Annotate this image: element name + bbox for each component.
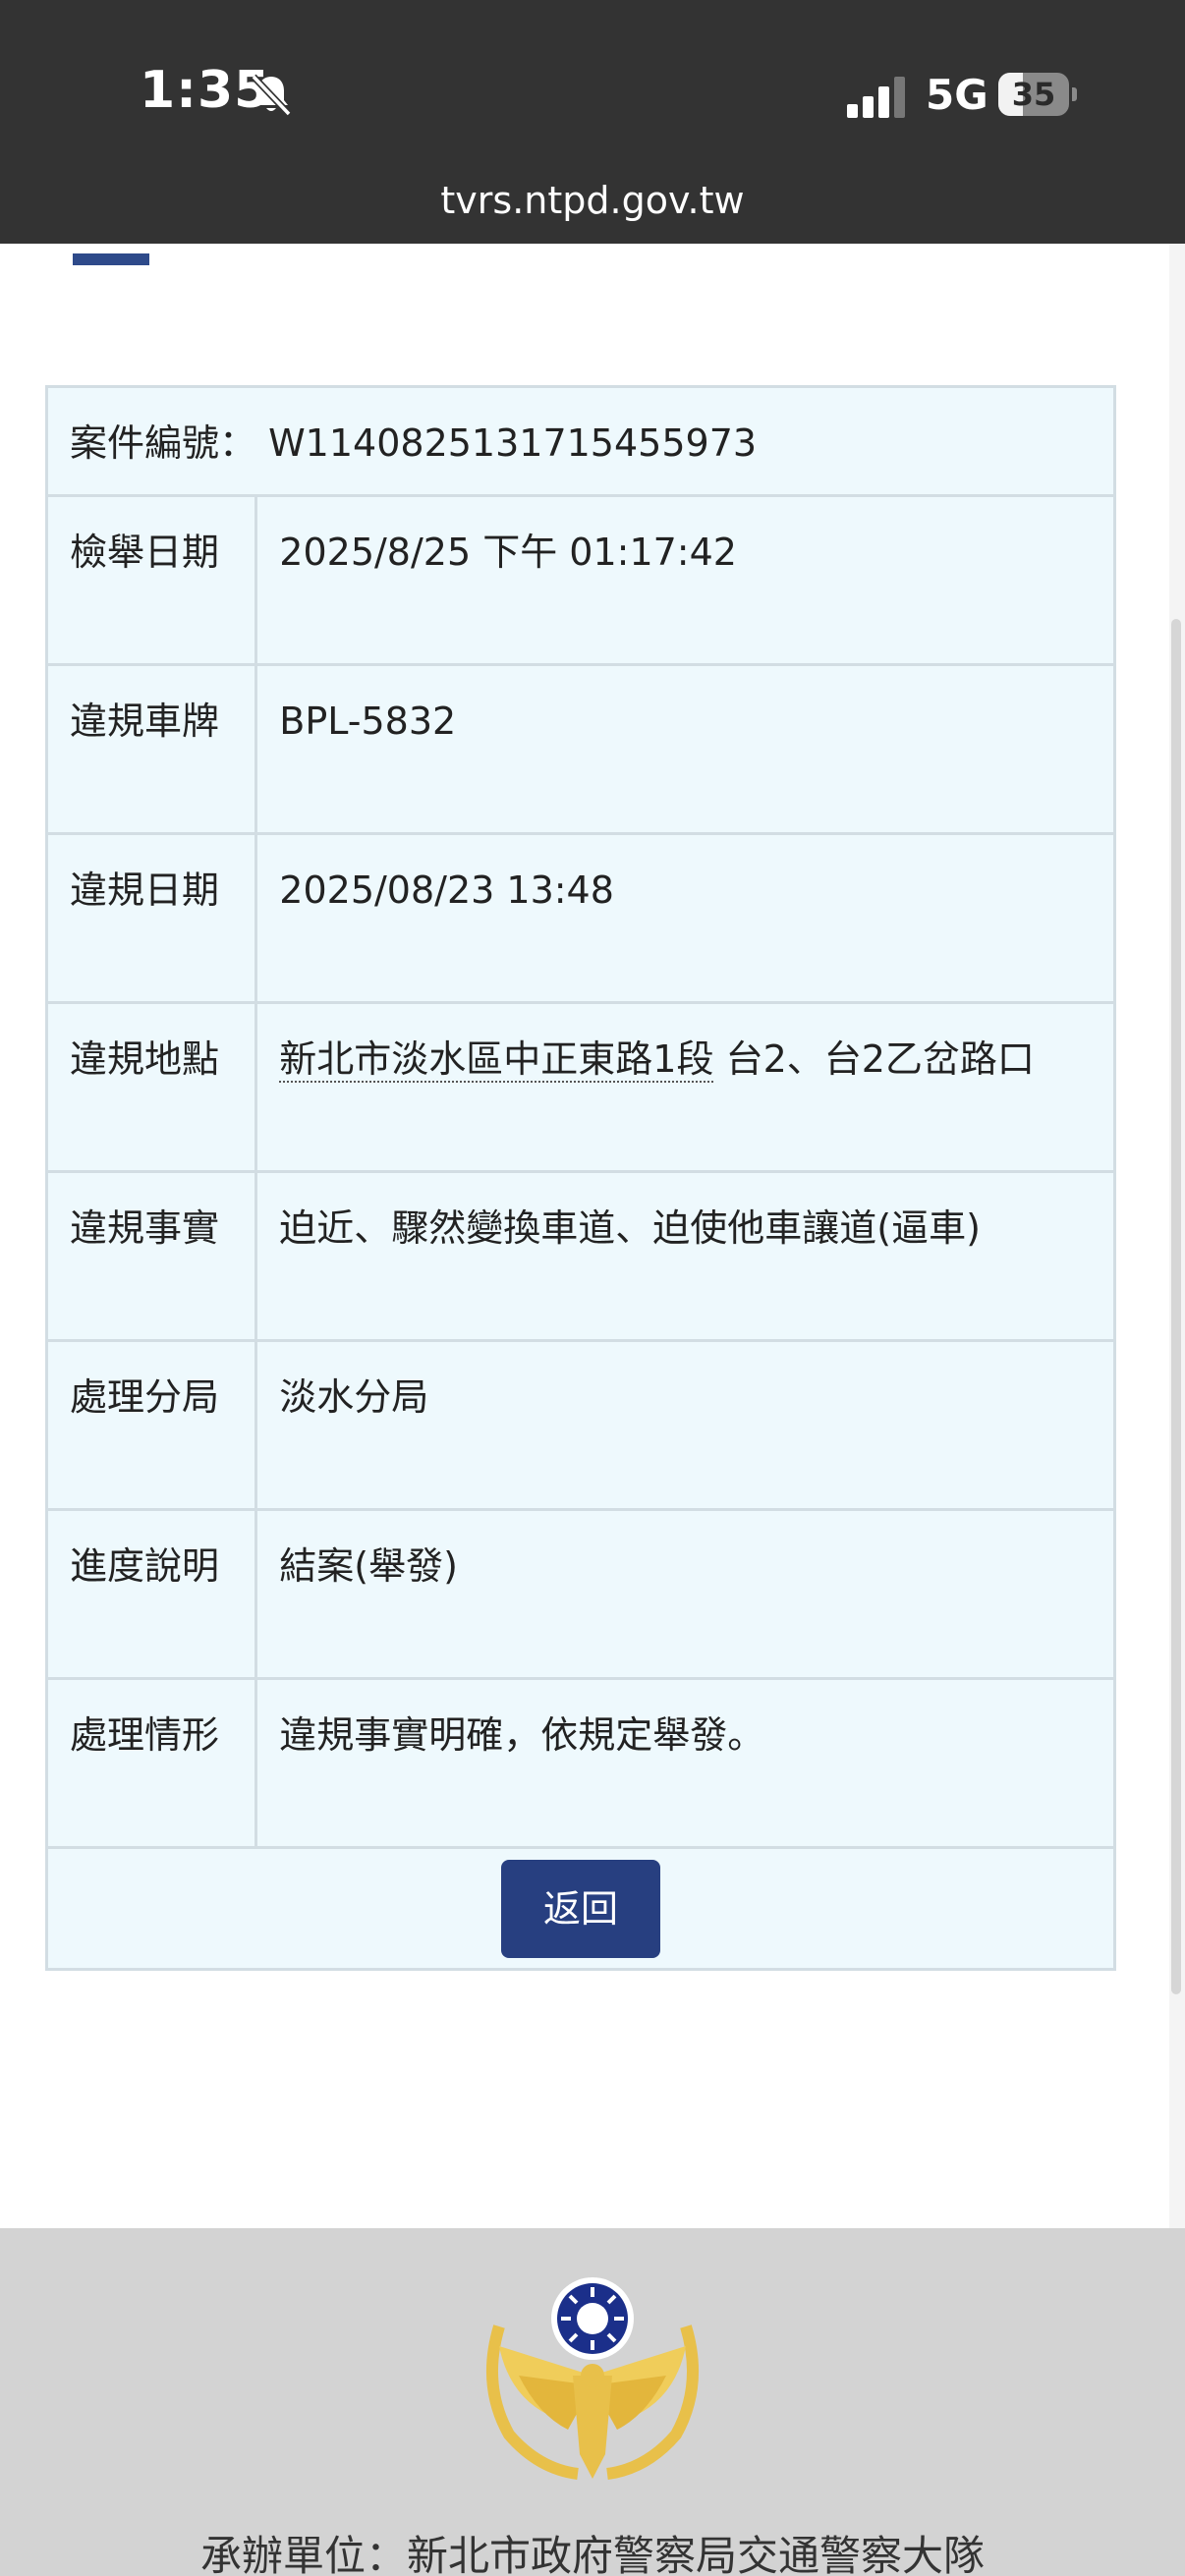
button-row: 返回 bbox=[45, 1846, 1116, 1971]
case-detail-table: 案件編號： W1140825131715455973 檢舉日期 2025/8/2… bbox=[44, 385, 1116, 1971]
field-value-violation-date: 2025/08/23 13:48 bbox=[254, 832, 1116, 1004]
field-label-plate: 違規車牌 bbox=[44, 663, 258, 835]
field-value-plate: BPL-5832 bbox=[254, 663, 1116, 835]
table-row: 違規地點 新北市淡水區中正東路1段 台2、台2乙岔路口 bbox=[44, 1001, 1116, 1173]
field-value-handling: 違規事實明確，依規定舉發。 bbox=[254, 1677, 1116, 1849]
field-label-violation-fact: 違規事實 bbox=[44, 1170, 258, 1342]
address-bar-url[interactable]: tvrs.ntpd.gov.tw bbox=[0, 179, 1185, 222]
cellular-signal-icon bbox=[847, 77, 905, 118]
battery-level: 35 bbox=[1011, 76, 1056, 113]
bell-slash-icon bbox=[251, 74, 292, 117]
field-label-progress: 進度說明 bbox=[44, 1508, 258, 1680]
table-row: 處理分局 淡水分局 bbox=[44, 1339, 1116, 1511]
header-accent-bar bbox=[73, 253, 149, 265]
police-emblem-icon bbox=[485, 2277, 700, 2480]
back-button[interactable]: 返回 bbox=[501, 1859, 660, 1958]
field-value-location: 新北市淡水區中正東路1段 台2、台2乙岔路口 bbox=[254, 1001, 1116, 1173]
footer-organizer-text: 承辦單位：新北市政府警察局交通警察大隊 bbox=[199, 2532, 985, 2576]
network-type: 5G bbox=[926, 71, 988, 119]
field-value-progress: 結案(舉發) bbox=[254, 1508, 1116, 1680]
field-value-report-date: 2025/8/25 下午 01:17:42 bbox=[254, 494, 1116, 666]
case-number-value: W1140825131715455973 bbox=[268, 421, 758, 465]
status-bar: 1:35 5G 35 tvrs.ntpd.gov.tw bbox=[0, 0, 1185, 244]
scrollbar-thumb[interactable] bbox=[1171, 619, 1181, 1994]
field-value-branch: 淡水分局 bbox=[254, 1339, 1116, 1511]
case-number-label: 案件編號： bbox=[70, 421, 257, 465]
field-label-branch: 處理分局 bbox=[44, 1339, 258, 1511]
field-label-violation-date: 違規日期 bbox=[44, 832, 258, 1004]
field-label-location: 違規地點 bbox=[44, 1001, 258, 1173]
table-row: 檢舉日期 2025/8/25 下午 01:17:42 bbox=[44, 494, 1116, 666]
field-label-handling: 處理情形 bbox=[44, 1677, 258, 1849]
location-address-link[interactable]: 新北市淡水區中正東路1段 bbox=[279, 1037, 714, 1083]
footer: 承辦單位：新北市政府警察局交通警察大隊 bbox=[0, 2228, 1185, 2576]
case-number-row: 案件編號： W1140825131715455973 bbox=[45, 385, 1116, 497]
table-row: 違規車牌 BPL-5832 bbox=[44, 663, 1116, 835]
case-number-cell: 案件編號： W1140825131715455973 bbox=[45, 385, 1116, 497]
table-row: 違規事實 迫近、驟然變換車道、迫使他車讓道(逼車) bbox=[44, 1170, 1116, 1342]
location-address-rest: 台2、台2乙岔路口 bbox=[713, 1037, 1035, 1081]
table-row: 違規日期 2025/08/23 13:48 bbox=[44, 832, 1116, 1004]
field-value-violation-fact: 迫近、驟然變換車道、迫使他車讓道(逼車) bbox=[254, 1170, 1116, 1342]
field-label-report-date: 檢舉日期 bbox=[44, 494, 258, 666]
battery-icon: 35 bbox=[998, 73, 1077, 116]
table-row: 處理情形 違規事實明確，依規定舉發。 bbox=[44, 1677, 1116, 1849]
table-row: 進度說明 結案(舉發) bbox=[44, 1508, 1116, 1680]
button-cell: 返回 bbox=[45, 1846, 1116, 1971]
